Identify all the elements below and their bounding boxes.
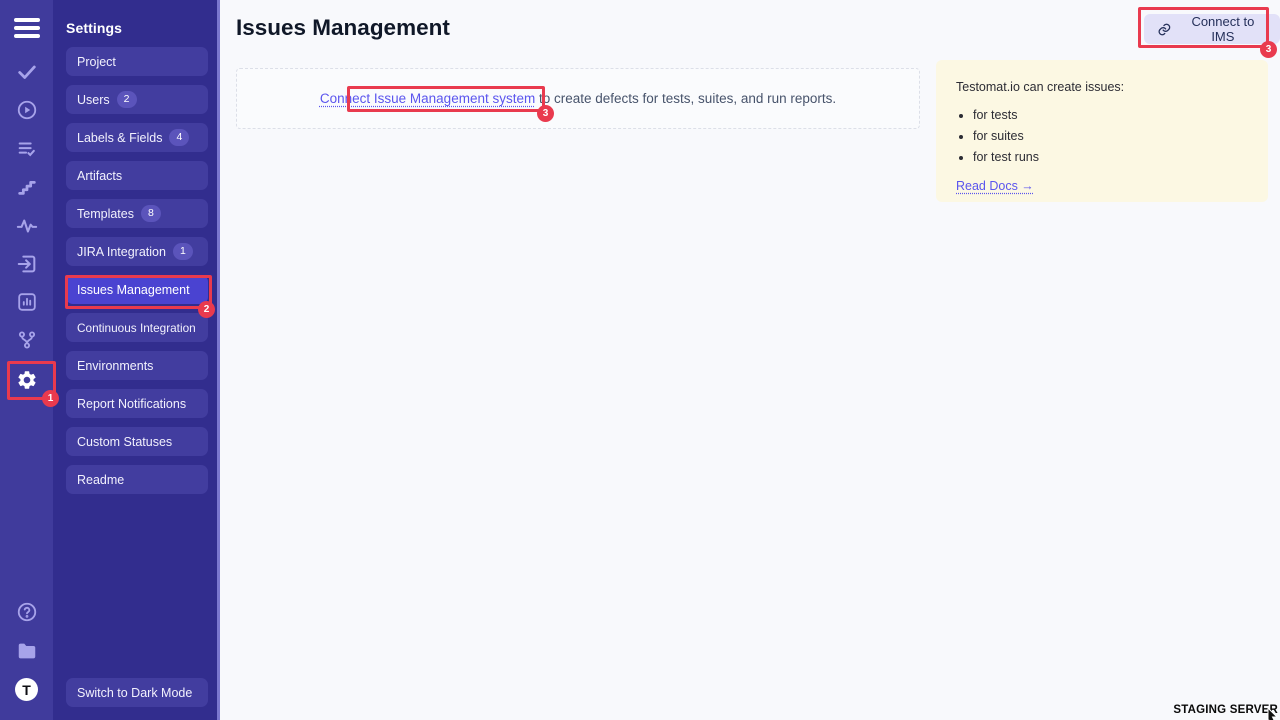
count-badge: 2 bbox=[117, 91, 137, 108]
help-circle-icon[interactable] bbox=[15, 600, 39, 624]
connect-issue-management-link[interactable]: Connect Issue Management system bbox=[320, 91, 535, 106]
sidebar-item-continuous-integration[interactable]: Continuous Integration bbox=[66, 313, 208, 342]
sidebar-item-environments[interactable]: Environments bbox=[66, 351, 208, 380]
empty-state-sentence: Connect Issue Management system to creat… bbox=[320, 91, 836, 106]
sidebar-item-custom-statuses[interactable]: Custom Statuses bbox=[66, 427, 208, 456]
sidebar-item-label: Labels & Fields bbox=[77, 131, 162, 145]
sidebar-item-label: Project bbox=[77, 55, 116, 69]
sidebar-item-users[interactable]: Users 2 bbox=[66, 85, 208, 114]
count-badge: 1 bbox=[173, 243, 193, 260]
sidebar-item-label: Users bbox=[77, 93, 110, 107]
connect-ims-label: Connect to IMS bbox=[1179, 14, 1267, 44]
connect-to-ims-button[interactable]: Connect to IMS bbox=[1144, 14, 1280, 44]
count-badge: 4 bbox=[169, 129, 189, 146]
sidebar-title: Settings bbox=[66, 20, 208, 36]
sidebar-item-label: JIRA Integration bbox=[77, 245, 166, 259]
testomat-settings-app: T Settings Project Users 2 Labels & Field… bbox=[0, 0, 1280, 720]
sidebar-item-project[interactable]: Project bbox=[66, 47, 208, 76]
sidebar-item-label: Readme bbox=[77, 473, 124, 487]
settings-gear-icon[interactable] bbox=[15, 368, 39, 392]
sidebar-item-label: Issues Management bbox=[77, 283, 190, 297]
sidebar-item-label: Templates bbox=[77, 207, 134, 221]
dark-mode-label: Switch to Dark Mode bbox=[77, 686, 192, 700]
sidebar-item-readme[interactable]: Readme bbox=[66, 465, 208, 494]
tests-check-icon[interactable] bbox=[15, 60, 39, 84]
info-panel-list: for tests for suites for test runs bbox=[973, 108, 1248, 164]
info-panel: Testomat.io can create issues: for tests… bbox=[936, 60, 1268, 202]
empty-state-box: Connect Issue Management system to creat… bbox=[236, 68, 920, 129]
projects-folder-icon[interactable] bbox=[15, 639, 39, 663]
git-branch-icon[interactable] bbox=[15, 328, 39, 352]
sidebar-item-templates[interactable]: Templates 8 bbox=[66, 199, 208, 228]
info-panel-title: Testomat.io can create issues: bbox=[956, 80, 1248, 94]
steps-stairs-icon[interactable] bbox=[15, 175, 39, 199]
sidebar-scrollbar[interactable] bbox=[217, 0, 220, 720]
settings-sidebar: Settings Project Users 2 Labels & Fields 4… bbox=[53, 0, 220, 720]
import-sign-in-icon[interactable] bbox=[15, 252, 39, 276]
list-item: for test runs bbox=[973, 150, 1248, 164]
reports-bar-chart-icon[interactable] bbox=[15, 290, 39, 314]
sidebar-item-labels-fields[interactable]: Labels & Fields 4 bbox=[66, 123, 208, 152]
sidebar-item-artifacts[interactable]: Artifacts bbox=[66, 161, 208, 190]
sidebar-item-label: Report Notifications bbox=[77, 397, 186, 411]
runs-play-circle-icon[interactable] bbox=[15, 98, 39, 122]
mouse-cursor bbox=[1266, 708, 1280, 720]
read-docs-link[interactable]: Read Docs → bbox=[956, 179, 1034, 193]
switch-dark-mode-button[interactable]: Switch to Dark Mode bbox=[66, 678, 208, 707]
empty-state-text: to create defects for tests, suites, and… bbox=[539, 91, 836, 106]
main-content: Issues Management Connect to IMS Connect… bbox=[220, 0, 1280, 720]
testomat-logo[interactable]: T bbox=[15, 678, 38, 701]
count-badge: 8 bbox=[141, 205, 161, 222]
sidebar-item-label: Environments bbox=[77, 359, 153, 373]
sidebar-item-issues-management[interactable]: Issues Management bbox=[66, 275, 208, 304]
hamburger-menu-icon[interactable] bbox=[14, 18, 40, 38]
link-icon bbox=[1157, 22, 1172, 37]
test-plans-list-check-icon[interactable] bbox=[15, 137, 39, 161]
pulse-activity-icon[interactable] bbox=[15, 214, 39, 238]
page-title: Issues Management bbox=[236, 15, 450, 41]
list-item: for suites bbox=[973, 129, 1248, 143]
icon-rail: T bbox=[0, 0, 53, 720]
sidebar-item-label: Continuous Integration bbox=[77, 321, 196, 335]
sidebar-item-label: Custom Statuses bbox=[77, 435, 172, 449]
staging-server-badge: STAGING SERVER bbox=[1173, 704, 1278, 716]
sidebar-item-report-notifications[interactable]: Report Notifications bbox=[66, 389, 208, 418]
list-item: for tests bbox=[973, 108, 1248, 122]
sidebar-item-label: Artifacts bbox=[77, 169, 122, 183]
sidebar-item-jira-integration[interactable]: JIRA Integration 1 bbox=[66, 237, 208, 266]
